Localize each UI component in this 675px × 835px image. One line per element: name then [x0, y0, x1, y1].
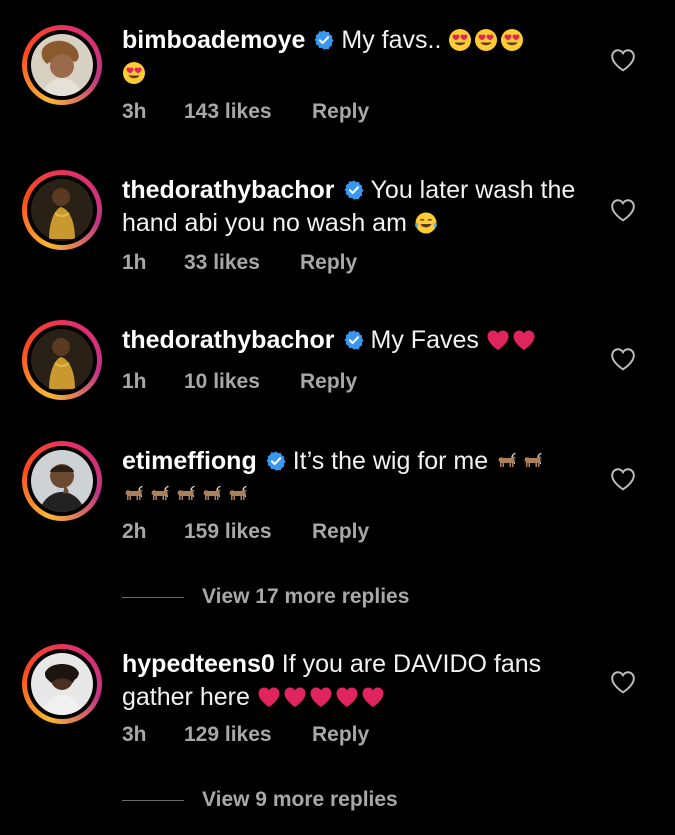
username[interactable]: thedorathybachor — [122, 176, 335, 204]
username[interactable]: etimeffiong — [122, 447, 257, 475]
verified-badge-icon — [313, 29, 335, 51]
comment-time: 2h — [122, 520, 147, 543]
likes-count[interactable]: 10 likes — [184, 370, 300, 394]
comment-body: etimeffiong It’s the wig for me — [122, 445, 592, 511]
view-more-replies-button[interactable]: View 17 more replies — [122, 585, 409, 609]
comment-body: bimboademoye My favs.. — [122, 24, 592, 90]
like-heart-icon[interactable] — [610, 467, 636, 491]
reply-button[interactable]: Reply — [300, 251, 357, 275]
goat-emoji-icon — [495, 449, 519, 473]
heart-eyes-emoji-icon — [448, 28, 472, 52]
comment-text: It’s the wig for me — [292, 447, 489, 475]
comment-body: thedorathybachor You later wash the hand … — [122, 174, 592, 240]
verified-badge-icon — [265, 450, 287, 472]
comment-time: 1h — [122, 370, 147, 393]
goat-emoji-icon — [200, 482, 224, 506]
reply-button[interactable]: Reply — [312, 723, 369, 747]
avatar-story-ring[interactable] — [22, 320, 102, 400]
avatar-story-ring[interactable] — [22, 25, 102, 105]
avatar — [31, 34, 93, 96]
heart-eyes-emoji-icon — [122, 61, 146, 85]
comment-body: hypedteens0 If you are DAVIDO fans gathe… — [122, 648, 592, 714]
divider-line — [122, 799, 184, 801]
tears-of-joy-emoji-icon — [414, 211, 438, 235]
username[interactable]: bimboademoye — [122, 26, 305, 54]
avatar — [31, 179, 93, 241]
divider-line — [122, 596, 184, 598]
like-heart-icon[interactable] — [610, 347, 636, 371]
like-heart-icon[interactable] — [610, 198, 636, 222]
reply-button[interactable]: Reply — [312, 520, 369, 544]
comment-meta: 3h 129 likes Reply — [122, 723, 369, 747]
reply-button[interactable]: Reply — [312, 100, 369, 124]
comment-time: 3h — [122, 100, 147, 123]
avatar-story-ring[interactable] — [22, 644, 102, 724]
red-heart-emoji-icon — [335, 685, 359, 709]
goat-emoji-icon — [122, 482, 146, 506]
heart-eyes-emoji-icon — [474, 28, 498, 52]
like-heart-icon[interactable] — [610, 48, 636, 72]
comment-text: My favs.. — [341, 26, 442, 54]
goat-emoji-icon — [521, 449, 545, 473]
avatar-story-ring[interactable] — [22, 170, 102, 250]
red-heart-emoji-icon — [283, 685, 307, 709]
avatar-story-ring[interactable] — [22, 441, 102, 521]
comment-meta: 1h 33 likes Reply — [122, 251, 357, 275]
avatar — [31, 653, 93, 715]
likes-count[interactable]: 143 likes — [184, 100, 312, 124]
red-heart-emoji-icon — [309, 685, 333, 709]
red-heart-emoji-icon — [361, 685, 385, 709]
view-replies-label: View 9 more replies — [202, 788, 398, 811]
comment-time: 1h — [122, 251, 147, 274]
comment-meta: 3h 143 likes Reply — [122, 100, 369, 124]
username[interactable]: hypedteens0 — [122, 650, 275, 678]
reply-button[interactable]: Reply — [300, 370, 357, 394]
username[interactable]: thedorathybachor — [122, 326, 335, 354]
likes-count[interactable]: 129 likes — [184, 723, 312, 747]
avatar — [31, 329, 93, 391]
red-heart-emoji-icon — [257, 685, 281, 709]
likes-count[interactable]: 33 likes — [184, 251, 300, 275]
heart-eyes-emoji-icon — [500, 28, 524, 52]
red-heart-emoji-icon — [486, 328, 510, 352]
like-heart-icon[interactable] — [610, 670, 636, 694]
view-more-replies-button[interactable]: View 9 more replies — [122, 788, 398, 812]
comment-meta: 1h 10 likes Reply — [122, 370, 357, 394]
avatar — [31, 450, 93, 512]
view-replies-label: View 17 more replies — [202, 585, 410, 608]
likes-count[interactable]: 159 likes — [184, 520, 312, 544]
verified-badge-icon — [343, 179, 365, 201]
goat-emoji-icon — [174, 482, 198, 506]
comment-text: My Faves — [370, 326, 479, 354]
verified-badge-icon — [343, 329, 365, 351]
goat-emoji-icon — [148, 482, 172, 506]
comment-meta: 2h 159 likes Reply — [122, 520, 369, 544]
red-heart-emoji-icon — [512, 328, 536, 352]
comment-time: 3h — [122, 723, 147, 746]
comment-body: thedorathybachor My Faves — [122, 324, 592, 357]
goat-emoji-icon — [226, 482, 250, 506]
